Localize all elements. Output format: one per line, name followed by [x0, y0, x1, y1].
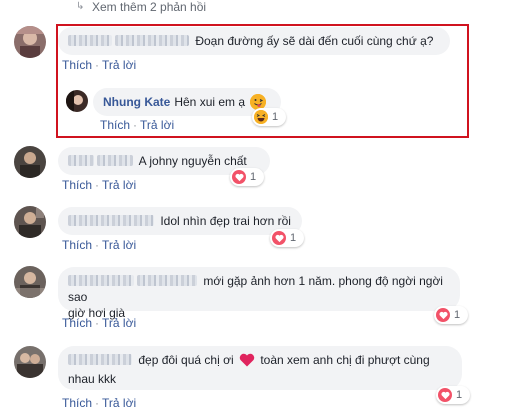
reaction-count: 1: [272, 111, 279, 123]
comment-text: A johny nguyễn chất: [138, 154, 247, 168]
red-heart-emoji-icon: [239, 353, 255, 371]
comment-bubble: Idol nhìn đẹp trai hơn rồi: [58, 207, 302, 235]
reaction-badge[interactable]: 1: [252, 108, 286, 126]
reaction-badge[interactable]: 1: [436, 386, 470, 404]
haha-icon: [254, 110, 268, 124]
heart-icon: [436, 308, 450, 322]
heart-icon: [232, 170, 246, 184]
reaction-count: 1: [250, 171, 257, 183]
comment-actions: Thích · Trả lời: [62, 178, 137, 192]
reply-link[interactable]: Trả lời: [102, 238, 136, 252]
blurred-author: [68, 155, 94, 166]
comment-actions: Thích · Trả lời: [62, 238, 137, 252]
comment-bubble: Đoạn đường ấy sẽ dài đến cuối cùng chứ ạ…: [58, 27, 450, 55]
like-link[interactable]: Thích: [62, 58, 92, 72]
like-link[interactable]: Thích: [62, 316, 92, 330]
avatar[interactable]: [14, 206, 46, 238]
reaction-count: 1: [290, 232, 297, 244]
comment-actions: Thích · Trả lời: [62, 396, 137, 410]
blurred-author: [68, 215, 154, 226]
blurred-author: [97, 155, 133, 166]
comment-text: đẹp đôi quá chị ơi: [138, 353, 234, 367]
blurred-author: [68, 35, 112, 46]
reply-link[interactable]: Trả lời: [102, 178, 136, 192]
reaction-count: 1: [454, 309, 461, 321]
reaction-count: 1: [456, 389, 463, 401]
comment-author[interactable]: Nhung Kate: [103, 95, 170, 109]
like-link[interactable]: Thích: [62, 178, 92, 192]
reaction-badge[interactable]: 1: [434, 306, 468, 324]
comment-actions: Thích · Trả lời: [100, 118, 175, 132]
avatar[interactable]: [66, 90, 88, 112]
comment-bubble: mới gặp ảnh hơn 1 năm. phong độ ngời ngờ…: [58, 267, 460, 320]
reaction-badge[interactable]: 1: [230, 168, 264, 186]
comment-text: toàn xem anh chị đi phượt cùng: [260, 353, 430, 367]
comment-text-line2: nhau kkk: [68, 372, 117, 386]
blurred-author: [68, 275, 134, 286]
like-link[interactable]: Thích: [62, 396, 92, 410]
reply-link[interactable]: Trả lời: [102, 316, 136, 330]
like-link[interactable]: Thích: [62, 238, 92, 252]
blurred-author: [115, 35, 189, 46]
more-replies-label: Xem thêm 2 phản hồi: [92, 0, 207, 14]
more-replies-link[interactable]: ↳ Xem thêm 2 phản hồi: [76, 0, 206, 14]
comment-actions: Thích · Trả lời: [62, 316, 137, 330]
comment-actions: Thích · Trả lời: [62, 58, 137, 72]
reaction-badge[interactable]: 1: [270, 229, 304, 247]
avatar[interactable]: [14, 346, 46, 378]
heart-icon: [438, 388, 452, 402]
avatar[interactable]: [14, 26, 46, 58]
comment-bubble: đẹp đôi quá chị ơi toàn xem anh chị đi p…: [58, 346, 462, 390]
avatar[interactable]: [14, 266, 46, 298]
avatar[interactable]: [14, 146, 46, 178]
blurred-author: [68, 354, 132, 365]
reply-link[interactable]: Trả lời: [140, 118, 174, 132]
blurred-author: [137, 275, 197, 286]
comment-text: Đoạn đường ấy sẽ dài đến cuối cùng chứ ạ…: [195, 34, 434, 48]
comment-text: Idol nhìn đẹp trai hơn rồi: [160, 214, 291, 228]
reply-arrow-icon: ↳: [76, 1, 85, 12]
like-link[interactable]: Thích: [100, 118, 130, 132]
heart-icon: [272, 231, 286, 245]
comment-text: Hên xui em ạ: [174, 95, 246, 109]
reply-link[interactable]: Trả lời: [102, 58, 136, 72]
reply-link[interactable]: Trả lời: [102, 396, 136, 410]
